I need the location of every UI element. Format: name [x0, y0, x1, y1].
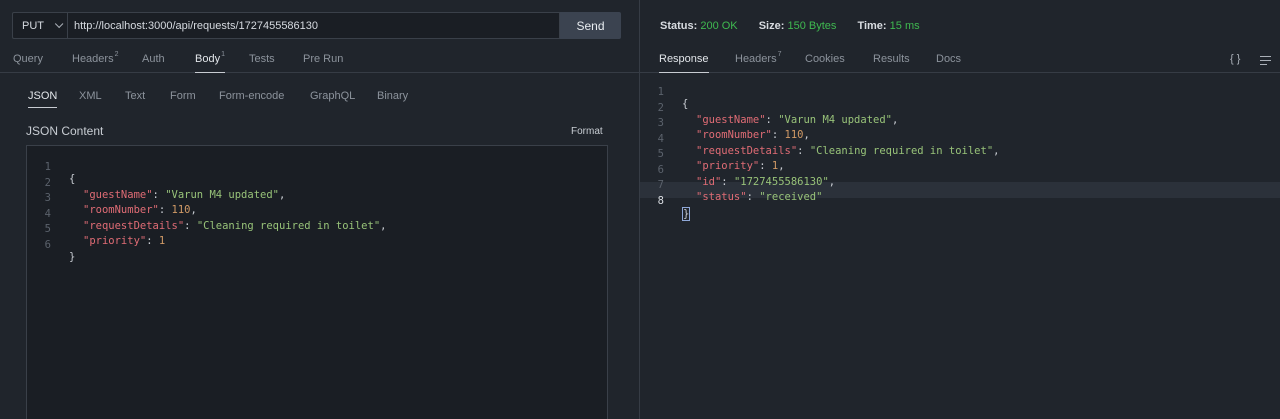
tab-cookies[interactable]: Cookies — [805, 53, 845, 65]
tab-label: Headers — [72, 53, 114, 65]
tab-results[interactable]: Results — [873, 53, 910, 65]
code-line: 1 { — [640, 74, 1280, 110]
tab-label: Auth — [142, 53, 165, 65]
tab-response-headers[interactable]: Headers7 — [735, 51, 782, 65]
request-panel: PUT http://localhost:3000/api/requests/1… — [0, 0, 639, 419]
line-number: 6 — [44, 238, 51, 251]
body-tab-json[interactable]: JSON — [28, 90, 58, 108]
tab-label: Cookies — [805, 53, 845, 65]
tab-label: Tests — [249, 53, 275, 65]
send-button[interactable]: Send — [560, 12, 621, 39]
tab-tests[interactable]: Tests — [249, 53, 275, 65]
code-line: 4 "requestDetails": "Cleaning required i… — [27, 196, 607, 232]
code-line: 7 "status": "received" — [640, 167, 1280, 203]
code-line: 1 { — [27, 149, 607, 185]
status-value: 200 OK — [700, 20, 738, 32]
code-line: 2 "guestName": "Varun M4 updated", — [27, 165, 607, 201]
tab-pre-run[interactable]: Pre Run — [303, 53, 343, 65]
status-label: Status: — [660, 20, 698, 32]
request-tabs: Query Headers2 Auth Body1 Tests Pre Run — [0, 47, 639, 73]
braces-icon[interactable]: { } — [1230, 53, 1240, 65]
tab-badge: 7 — [777, 51, 782, 58]
size-label: Size: — [758, 20, 785, 32]
code-line: 2 "guestName": "Varun M4 updated", — [640, 90, 1280, 126]
code-text: } — [69, 250, 76, 263]
code-line: 3 "roomNumber": 110, — [640, 105, 1280, 141]
code-line: 3 "roomNumber": 110, — [27, 180, 607, 216]
tab-response[interactable]: Response — [659, 53, 709, 73]
tab-headers[interactable]: Headers2 — [72, 51, 119, 65]
body-tab-form[interactable]: Form — [170, 90, 196, 102]
code-line: 6 } — [27, 227, 607, 263]
menu-icon[interactable] — [1260, 56, 1271, 67]
tab-label: Pre Run — [303, 53, 344, 65]
tab-badge: 1 — [221, 51, 225, 58]
url-input[interactable]: http://localhost:3000/api/requests/17274… — [67, 12, 560, 39]
body-tab-xml[interactable]: XML — [79, 90, 102, 102]
response-tabs: Response Headers7 Cookies Results Docs — [640, 47, 1280, 73]
method-label: PUT — [22, 19, 44, 32]
tab-label: Results — [873, 53, 910, 65]
tab-badge: 2 — [114, 51, 119, 58]
code-line: 4 "requestDetails": "Cleaning required i… — [640, 121, 1280, 157]
tab-body[interactable]: Body1 — [195, 51, 225, 73]
size-value: 150 Bytes — [787, 20, 837, 32]
body-tab-graphql[interactable]: GraphQL — [310, 90, 355, 102]
response-status: Status: 200 OK Size: 150 Bytes Time: 15 … — [660, 20, 938, 32]
json-editor[interactable]: 1 { 2 "guestName": "Varun M4 updated", 3… — [26, 145, 608, 419]
content-title: JSON Content — [26, 124, 104, 138]
time-value: 15 ms — [889, 20, 920, 32]
line-number: 8 — [657, 194, 664, 207]
body-tab-binary[interactable]: Binary — [377, 90, 408, 102]
code-line: 8 } — [640, 183, 1280, 221]
tab-query[interactable]: Query — [13, 53, 43, 65]
response-viewer: 1 { 2 "guestName": "Varun M4 updated", 3… — [640, 74, 1280, 419]
chevron-down-icon — [54, 19, 64, 28]
body-tab-form-encode[interactable]: Form-encode — [219, 90, 284, 102]
tab-label: Query — [13, 53, 43, 65]
tab-docs[interactable]: Docs — [936, 53, 961, 65]
format-button[interactable]: Format — [571, 126, 603, 137]
body-tab-text[interactable]: Text — [125, 90, 145, 102]
code-text: } — [682, 206, 691, 221]
response-panel: Status: 200 OK Size: 150 Bytes Time: 15 … — [640, 0, 1280, 419]
tab-label: Response — [659, 53, 709, 65]
tab-label: Headers — [735, 53, 777, 65]
code-line: 5 "priority": 1 — [27, 211, 607, 247]
method-select[interactable]: PUT — [12, 12, 67, 39]
code-line: 6 "id": "1727455586130", — [640, 152, 1280, 188]
tab-label: Body — [195, 53, 221, 65]
url-bar: PUT http://localhost:3000/api/requests/1… — [12, 12, 621, 39]
tab-label: Docs — [936, 53, 962, 65]
code-line: 5 "priority": 1, — [640, 136, 1280, 172]
time-label: Time: — [857, 20, 887, 32]
tab-auth[interactable]: Auth — [142, 53, 165, 65]
